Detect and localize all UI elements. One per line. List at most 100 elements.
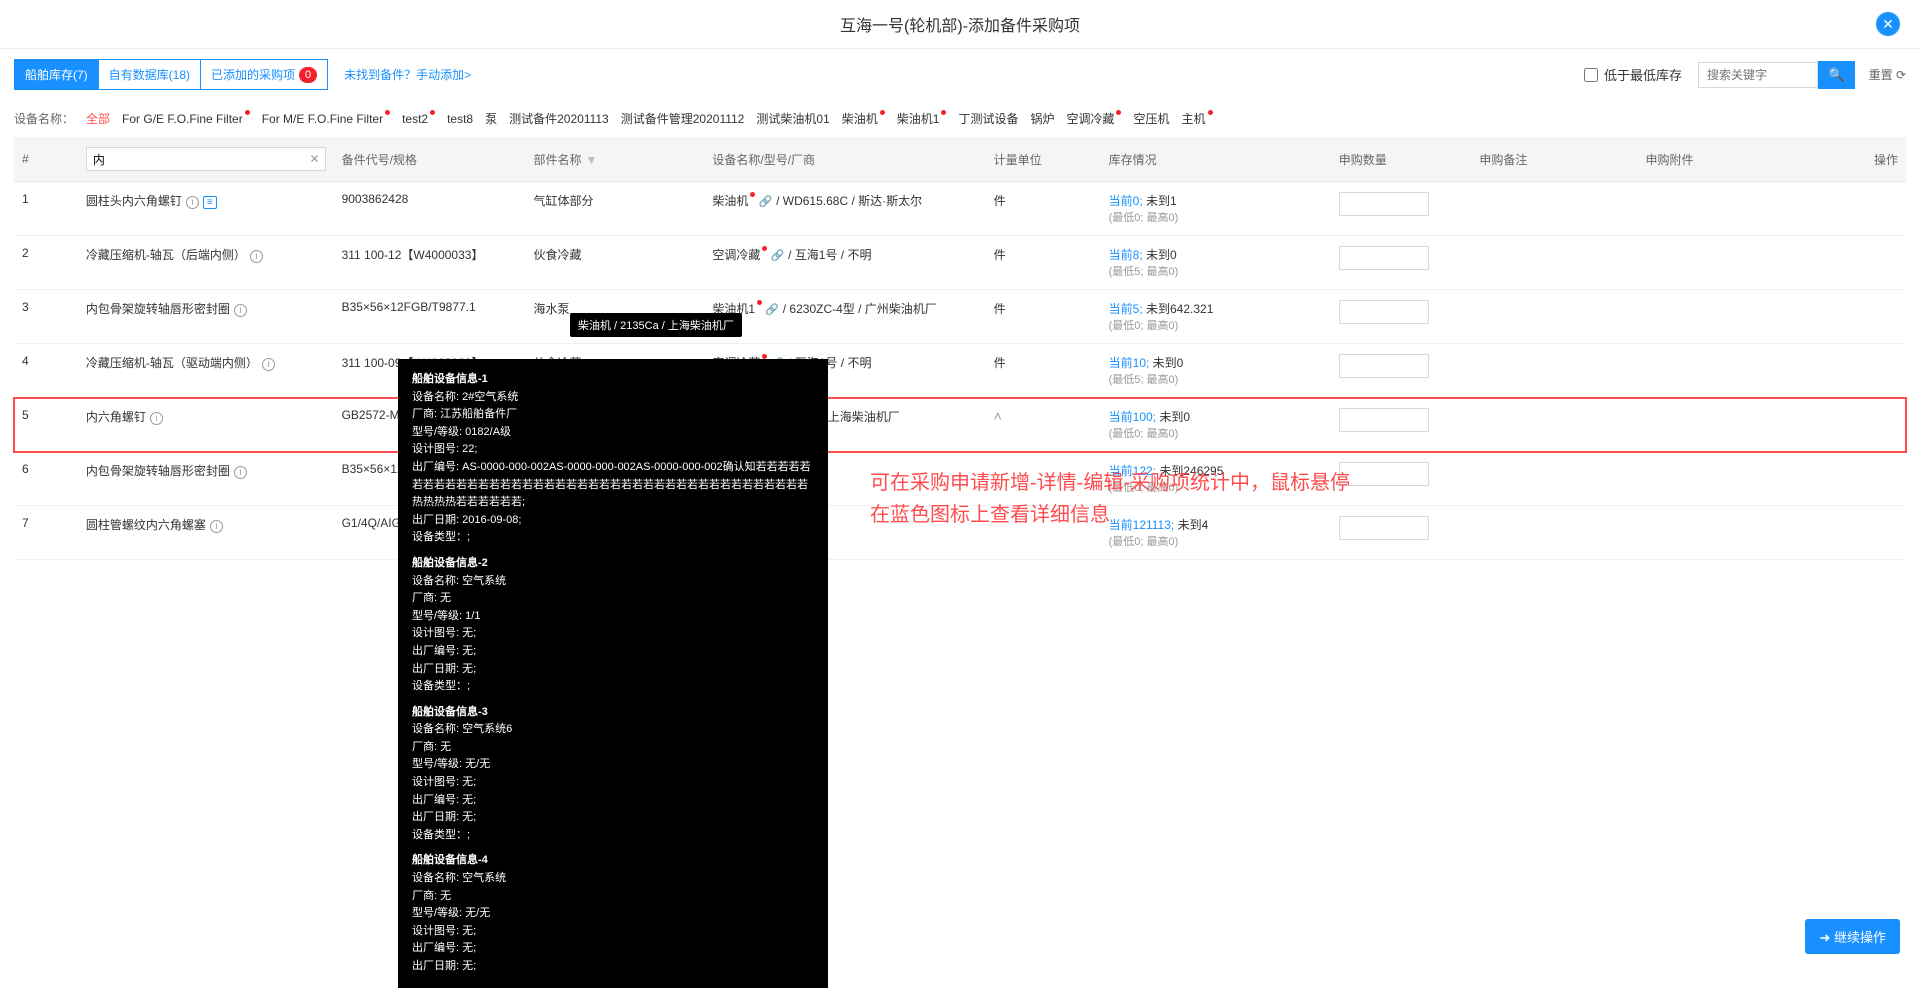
- unit: ˄: [986, 398, 1101, 452]
- stock-minmax: (最低0; 最高0): [1109, 320, 1179, 332]
- link-icon[interactable]: [765, 302, 779, 316]
- link-icon[interactable]: [759, 194, 773, 208]
- filter-item[interactable]: 锅炉: [1030, 112, 1054, 126]
- part-code: 9003862428: [334, 182, 526, 236]
- tab-own-db[interactable]: 自有数据库(18): [99, 60, 201, 89]
- equip-name: 柴油机: [712, 194, 748, 208]
- filter-all[interactable]: 全部: [86, 110, 110, 127]
- info-icon[interactable]: i: [250, 250, 263, 263]
- info-icon[interactable]: i: [186, 196, 199, 209]
- unit: 件: [986, 344, 1101, 398]
- tag-icon: ≡: [203, 196, 217, 209]
- qty-input[interactable]: [1339, 354, 1429, 378]
- help-annotation: 可在采购申请新增-详情-编辑-采购项统计中，鼠标悬停 在蓝色图标上查看详细信息: [870, 467, 1350, 531]
- tab-added-label: 已添加的采购项: [211, 66, 295, 83]
- stock-current[interactable]: 当前10;: [1109, 356, 1150, 370]
- filter-item[interactable]: test8: [447, 112, 473, 126]
- qty-input[interactable]: [1339, 516, 1429, 540]
- th-part: 部件名称▼: [525, 137, 704, 182]
- qty-input[interactable]: [1339, 192, 1429, 216]
- link-icon[interactable]: [771, 248, 785, 262]
- stock-incoming: 未到642.321: [1146, 302, 1213, 316]
- table-row: 2冷藏压缩机-轴瓦（后端内侧）i311 100-12【W4000033】伙食冷藏…: [14, 236, 1906, 290]
- filter-item[interactable]: For M/E F.O.Fine Filter: [262, 112, 390, 126]
- th-attach: 申购附件: [1638, 137, 1843, 182]
- th-op: 操作: [1842, 137, 1906, 182]
- info-icon[interactable]: i: [234, 466, 247, 479]
- th-stock: 库存情况: [1101, 137, 1331, 182]
- th-qty: 申购数量: [1331, 137, 1472, 182]
- position-search-input[interactable]: [86, 147, 326, 171]
- equip-model: / 6230ZC-4型 / 广州柴油机厂: [783, 302, 937, 316]
- stock-minmax: (最低5; 最高0): [1109, 266, 1179, 278]
- equip-model: / 互海1号 / 不明: [788, 248, 871, 262]
- search-input[interactable]: [1698, 62, 1818, 88]
- manual-add-link[interactable]: 未找到备件？手动添加>: [344, 66, 471, 83]
- part-position: 内包骨架旋转轴唇形密封圈: [86, 302, 230, 316]
- collapse-icon[interactable]: ˄: [994, 408, 1002, 424]
- info-icon[interactable]: i: [262, 358, 275, 371]
- filter-item[interactable]: 泵: [485, 112, 497, 126]
- th-remark: 申购备注: [1471, 137, 1637, 182]
- stock-current[interactable]: 当前5;: [1109, 302, 1143, 316]
- filter-item[interactable]: 测试柴油机01: [756, 112, 829, 126]
- table-row: 3内包骨架旋转轴唇形密封圈iB35×56×12FGB/T9877.1海水泵柴油机…: [14, 290, 1906, 344]
- info-icon[interactable]: i: [150, 412, 163, 425]
- tab-ship-stock[interactable]: 船舶库存(7): [15, 60, 99, 89]
- th-equip: 设备名称/型号/厂商: [704, 137, 985, 182]
- search-icon: 🔍: [1828, 67, 1845, 82]
- close-button[interactable]: ✕: [1876, 12, 1900, 36]
- filter-item[interactable]: 空压机: [1133, 112, 1169, 126]
- filter-item[interactable]: 柴油机1: [897, 112, 947, 126]
- below-min-label: 低于最低库存: [1604, 65, 1682, 84]
- part-position: 冷藏压缩机-轴瓦（后端内侧）: [86, 248, 246, 262]
- part-position: 圆柱头内六角螺钉: [86, 194, 182, 208]
- qty-input[interactable]: [1339, 462, 1429, 486]
- search-button[interactable]: 🔍: [1818, 61, 1855, 89]
- reset-link[interactable]: 重置: [1869, 66, 1906, 83]
- filter-item[interactable]: 空调冷藏: [1066, 112, 1121, 126]
- part-position: 内六角螺钉: [86, 410, 146, 424]
- stock-minmax: (最低5; 最高0): [1109, 374, 1179, 386]
- filter-item[interactable]: 测试备件20201113: [509, 112, 609, 126]
- component-name: 伙食冷藏: [525, 236, 704, 290]
- qty-input[interactable]: [1339, 246, 1429, 270]
- continue-button[interactable]: ➜ 继续操作: [1805, 919, 1900, 954]
- below-min-checkbox-wrap[interactable]: 低于最低库存: [1584, 65, 1682, 84]
- stock-current[interactable]: 当前0;: [1109, 194, 1143, 208]
- unit: 件: [986, 182, 1101, 236]
- part-position: 冷藏压缩机-轴瓦（驱动端内侧）: [86, 356, 258, 370]
- filter-item[interactable]: 主机: [1182, 112, 1213, 126]
- tab-added[interactable]: 已添加的采购项 0: [201, 60, 327, 89]
- equip-name: 空调冷藏: [712, 248, 760, 262]
- th-index: #: [14, 137, 78, 182]
- filter-icon[interactable]: ▼: [585, 153, 597, 167]
- filter-item[interactable]: test2: [402, 112, 435, 126]
- table-row: 5内六角螺钉iGB2572-M12×10机油管路结合组柴油机 / 2135Ca …: [14, 398, 1906, 452]
- filter-item[interactable]: 柴油机: [842, 112, 885, 126]
- unit: 件: [986, 290, 1101, 344]
- filter-item[interactable]: For G/E F.O.Fine Filter: [122, 112, 250, 126]
- filter-item[interactable]: 丁测试设备: [958, 112, 1018, 126]
- part-code: 311 100-12【W4000033】: [334, 236, 526, 290]
- filter-item[interactable]: 测试备件管理20201112: [621, 112, 745, 126]
- tab-added-badge: 0: [299, 67, 317, 83]
- stock-minmax: (最低0; 最高0): [1109, 212, 1179, 224]
- part-position: 圆柱管螺纹内六角螺塞: [86, 518, 206, 532]
- info-icon[interactable]: i: [210, 520, 223, 533]
- stock-current[interactable]: 当前8;: [1109, 248, 1143, 262]
- info-icon[interactable]: i: [234, 304, 247, 317]
- equip-model: / WD615.68C / 斯达·斯太尔: [776, 194, 922, 208]
- qty-input[interactable]: [1339, 408, 1429, 432]
- part-code: B35×56×12FGB/T9877.1: [334, 290, 526, 344]
- stock-minmax: (最低0; 最高0): [1109, 536, 1179, 548]
- filter-label: 设备名称：: [14, 110, 74, 127]
- equip-tooltip-detail: 船舶设备信息-1设备名称: 2#空气系统厂商: 江苏船舶备件厂型号/等级: 01…: [398, 359, 828, 988]
- component-name: 气缸体部分: [525, 182, 704, 236]
- qty-input[interactable]: [1339, 300, 1429, 324]
- below-min-checkbox[interactable]: [1584, 68, 1598, 82]
- stock-incoming: 未到0: [1159, 410, 1190, 424]
- clear-icon[interactable]: ✕: [310, 152, 320, 166]
- source-tabs: 船舶库存(7) 自有数据库(18) 已添加的采购项 0: [14, 59, 328, 90]
- stock-current[interactable]: 当前100;: [1109, 410, 1156, 424]
